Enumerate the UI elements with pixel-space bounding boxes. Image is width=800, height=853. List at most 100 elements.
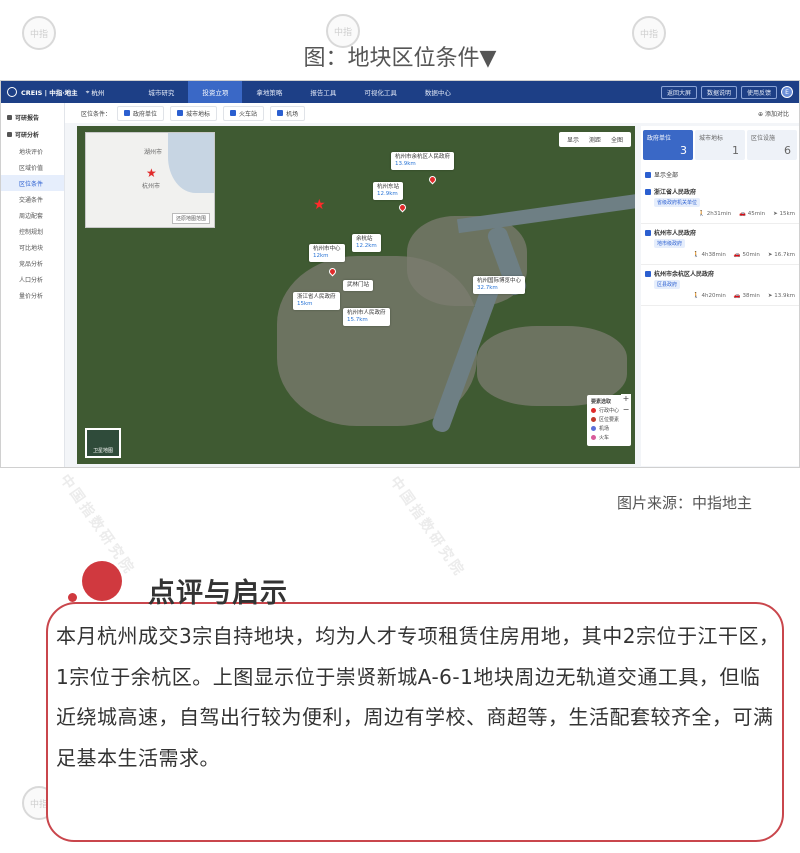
category-tag: 区县政府 [654, 280, 681, 289]
tab-government[interactable]: 政府单位 3 [643, 130, 693, 160]
location-pin-icon: ⌖ [85, 87, 90, 96]
filter-chip-government[interactable]: 政府单位 [117, 105, 165, 121]
nav-investment[interactable]: 投资立项 [188, 81, 243, 103]
add-compare-button[interactable]: ⊕ 添加对比 [758, 109, 789, 118]
avatar[interactable]: E [781, 86, 793, 98]
app-screenshot: CREIS | 中指·地主 ⌖ 杭州 城市研究 投资立项 拿地策略 报告工具 可… [0, 80, 800, 468]
section-title: 点评与启示 [148, 578, 288, 609]
zoom-out-button[interactable]: − [621, 405, 631, 415]
sea-area [168, 133, 214, 193]
city-selector[interactable]: ⌖ 杭州 [85, 87, 105, 98]
marker-icon [591, 426, 596, 431]
list-item[interactable]: 杭州市人民政府 地市级政府 🚶 4h38min 🚗 50min ➤ 16.7km [641, 224, 799, 265]
sidebar-item-competitors[interactable]: 竞品分析 [1, 255, 64, 271]
decorative-circle [82, 561, 122, 601]
sidebar-item-population[interactable]: 人口分析 [1, 271, 64, 287]
satellite-map[interactable]: 湖州市 杭州市 ★ 还原地图范围 显示 测距 全图 ★ 杭州市余杭区人民政府 13… [77, 126, 635, 464]
checkbox-icon [124, 110, 131, 116]
checkbox-icon [177, 110, 184, 116]
watermark-text: 中国指数研究院 [386, 473, 468, 581]
map-tool-fullscreen[interactable]: 全图 [611, 135, 623, 144]
filter-chip-train-station[interactable]: 火车站 [223, 105, 265, 121]
map-tool-measure[interactable]: 测距 [589, 135, 601, 144]
checkbox-icon [645, 171, 651, 178]
minimap-label: 湖州市 [144, 149, 163, 156]
poi-label[interactable]: 杭州东站 12.9km [373, 182, 404, 201]
sidebar-group-analysis[interactable]: 可研分析 [1, 126, 64, 143]
nav-data-center[interactable]: 数据中心 [411, 81, 465, 103]
map-toolbar: 显示 测距 全图 [558, 132, 631, 147]
poi-label[interactable]: 武林门站 [343, 280, 374, 292]
category-tag: 地市级政府 [654, 239, 686, 248]
sidebar-item-land-evaluation[interactable]: 地块评价 [1, 143, 64, 159]
nav-report-tools[interactable]: 报告工具 [296, 81, 350, 103]
urban-area [477, 326, 627, 406]
marker-icon [591, 417, 596, 422]
poi-label[interactable]: 杭州市中心 12km [309, 244, 345, 263]
back-to-dashboard-button[interactable]: 返回大屏 [660, 85, 697, 99]
sidebar-item-comparable-land[interactable]: 可比地块 [1, 239, 64, 255]
sidebar-group-report[interactable]: 可研报告 [1, 109, 64, 126]
nav-city-research[interactable]: 城市研究 [134, 81, 188, 103]
travel-metrics: 🚶 4h20min 🚗 38min ➤ 13.9km [692, 293, 795, 299]
marker-icon [591, 408, 596, 413]
poi-label[interactable]: 杭州市余杭区人民政府 13.9km [391, 152, 455, 171]
sidebar-item-location[interactable]: 区位条件 [1, 175, 64, 191]
filter-bar: 区位条件： 政府单位 城市地标 火车站 机场 ⊕ 添加对比 [65, 103, 799, 123]
figure-title: 图：地块区位条件▼ [303, 46, 497, 71]
map-tool-display[interactable]: 显示 [567, 135, 579, 144]
analysis-icon [7, 132, 12, 137]
sidebar: 可研报告 可研分析 地块评价 区域价值 区位条件 交通条件 周边配套 控制规划 … [1, 103, 65, 467]
sidebar-item-area-value[interactable]: 区域价值 [1, 159, 64, 175]
nav-visual-tools[interactable]: 可视化工具 [350, 81, 411, 103]
overview-minimap[interactable]: 湖州市 杭州市 ★ 还原地图范围 [85, 132, 215, 228]
star-icon: ★ [146, 166, 157, 180]
list-item[interactable]: 浙江省人民政府 省级政府机关单位 🚶 2h31min 🚗 45min ➤ 15k… [641, 183, 799, 224]
legend-row[interactable]: 区位要素 [591, 416, 627, 423]
map-type-toggle[interactable]: 卫星地图 [85, 428, 121, 458]
checkbox-icon[interactable] [645, 188, 651, 195]
zoom-in-button[interactable]: + [621, 394, 631, 404]
marker-icon [591, 435, 596, 440]
legend-row[interactable]: 机场 [591, 425, 627, 432]
map-pin-icon[interactable] [427, 174, 438, 185]
top-right-actions: 返回大屏 数据说明 使用反馈 E [660, 85, 793, 99]
main-nav: 城市研究 投资立项 拿地策略 报告工具 可视化工具 数据中心 [134, 81, 465, 103]
filter-chip-airport[interactable]: 机场 [270, 105, 306, 121]
checkbox-icon [277, 110, 284, 116]
legend-row[interactable]: 火车 [591, 434, 627, 441]
poi-label[interactable]: 杭州市人民政府 15.7km [343, 308, 390, 327]
sidebar-item-facilities[interactable]: 周边配套 [1, 207, 64, 223]
logo-icon [7, 87, 17, 97]
filter-chip-landmark[interactable]: 城市地标 [170, 105, 218, 121]
checkbox-icon[interactable] [645, 229, 651, 236]
sidebar-item-traffic[interactable]: 交通条件 [1, 191, 64, 207]
poi-label[interactable]: 余杭站 12.2km [352, 234, 381, 253]
filter-label: 区位条件： [81, 110, 112, 118]
checkbox-icon[interactable] [645, 270, 651, 277]
category-tabs: 政府单位 3 城市地标 1 区位设施 6 [641, 126, 799, 164]
decorative-dot [68, 593, 77, 602]
minimap-label: 杭州市 [142, 183, 161, 190]
data-notes-button[interactable]: 数据说明 [700, 85, 737, 99]
map-pin-icon[interactable] [397, 202, 408, 213]
poi-label[interactable]: 杭州国际博览中心 32.7km [473, 276, 526, 295]
reset-map-button[interactable]: 还原地图范围 [171, 213, 210, 224]
sidebar-item-price-volume[interactable]: 量价分析 [1, 287, 64, 303]
river [456, 192, 635, 234]
app-logo[interactable]: CREIS | 中指·地主 [7, 87, 78, 97]
show-all-toggle[interactable]: 显示全部 [641, 164, 799, 183]
tab-facilities[interactable]: 区位设施 6 [747, 130, 797, 160]
checkbox-icon [230, 110, 237, 116]
tab-landmark[interactable]: 城市地标 1 [695, 130, 745, 160]
sidebar-item-planning[interactable]: 控制规划 [1, 223, 64, 239]
list-item[interactable]: 杭州市余杭区人民政府 区县政府 🚶 4h20min 🚗 38min ➤ 13.9… [641, 265, 799, 306]
poi-label[interactable]: 浙江省人民政府 15km [293, 292, 340, 311]
travel-metrics: 🚶 2h31min 🚗 45min ➤ 15km [698, 211, 795, 217]
star-icon: ★ [313, 197, 326, 213]
report-icon [7, 115, 12, 120]
top-nav-bar: CREIS | 中指·地主 ⌖ 杭州 城市研究 投资立项 拿地策略 报告工具 可… [1, 81, 799, 103]
feedback-button[interactable]: 使用反馈 [740, 85, 777, 99]
nav-land-strategy[interactable]: 拿地策略 [242, 81, 296, 103]
image-source-caption: 图片来源：中指地主 [616, 494, 752, 512]
